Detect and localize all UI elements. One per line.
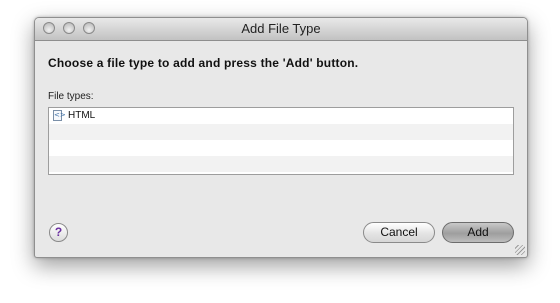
empty-list-row <box>49 140 513 156</box>
resize-grip-icon[interactable] <box>515 245 525 255</box>
title-bar[interactable]: Add File Type <box>35 18 527 41</box>
empty-list-row <box>49 124 513 140</box>
list-item-label: HTML <box>68 110 96 121</box>
add-file-type-dialog: Add File Type Choose a file type to add … <box>34 17 528 258</box>
file-types-label: File types: <box>48 91 94 102</box>
cancel-button[interactable]: Cancel <box>363 222 435 243</box>
help-button[interactable]: ? <box>49 223 68 242</box>
empty-list-row <box>49 156 513 172</box>
window-title: Add File Type <box>241 21 321 36</box>
file-types-list[interactable]: <> HTML <box>48 107 514 175</box>
list-item[interactable]: <> HTML <box>49 108 513 124</box>
html-file-icon: <> <box>53 110 66 121</box>
instruction-text: Choose a file type to add and press the … <box>48 56 359 70</box>
add-button[interactable]: Add <box>442 222 514 243</box>
